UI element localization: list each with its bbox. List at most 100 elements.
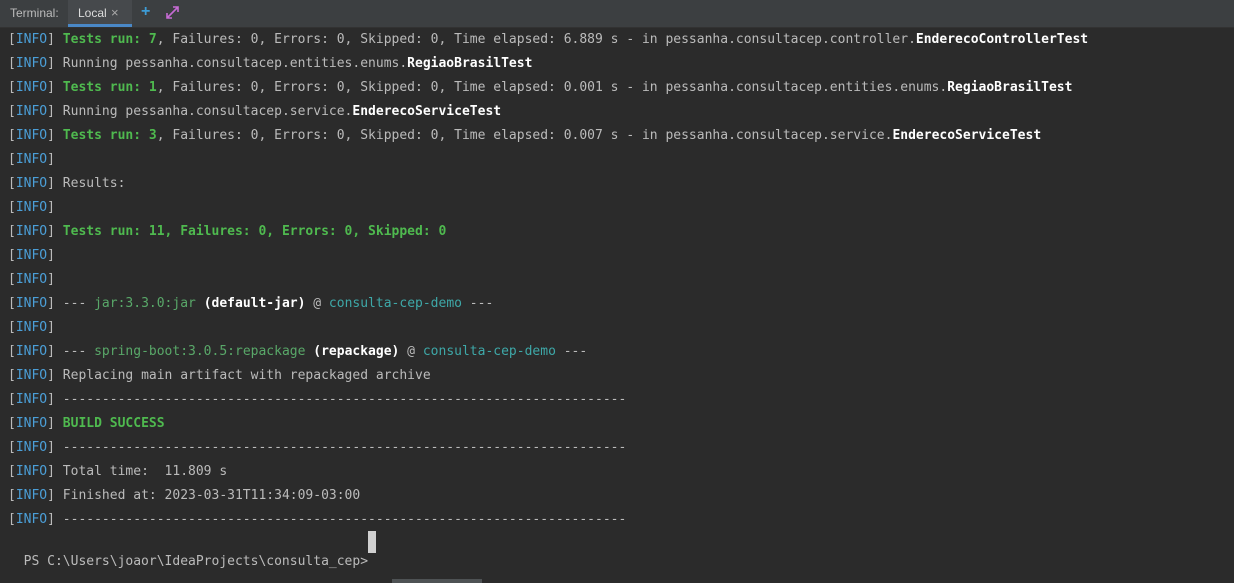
bracket-close: ] xyxy=(47,416,63,431)
bracket-open: [ xyxy=(8,248,16,263)
console-text: Running pessanha.consultacep.entities.en… xyxy=(62,56,408,71)
bracket-open: [ xyxy=(8,80,16,95)
bracket-close: ] xyxy=(47,224,63,239)
terminal-output[interactable]: [INFO] Tests run: 7, Failures: 0, Errors… xyxy=(0,28,1234,583)
expand-icon[interactable] xyxy=(165,4,180,20)
bracket-open: [ xyxy=(8,296,16,311)
bracket-close: ] xyxy=(47,344,63,359)
bracket-close: ] xyxy=(47,152,63,167)
console-line: [INFO] xyxy=(8,246,63,266)
bracket-open: [ xyxy=(8,488,16,503)
info-tag: INFO xyxy=(15,272,48,287)
console-text: (default-jar) xyxy=(203,296,306,311)
add-tab-icon[interactable]: + xyxy=(141,3,150,21)
console-text: --- xyxy=(461,296,494,311)
info-tag: INFO xyxy=(15,248,48,263)
console-text: spring-boot:3.0.5:repackage xyxy=(94,344,306,359)
console-line: [INFO] xyxy=(8,198,63,218)
console-line: [INFO] Replacing main artifact with repa… xyxy=(8,366,431,386)
console-line: [INFO] ---------------------------------… xyxy=(8,438,626,458)
bracket-close: ] xyxy=(47,320,63,335)
bracket-open: [ xyxy=(8,512,16,527)
bracket-open: [ xyxy=(8,368,16,383)
bracket-open: [ xyxy=(8,152,16,167)
bracket-open: [ xyxy=(8,440,16,455)
console-text: Total time: 11.809 s xyxy=(62,464,228,479)
console-line: [INFO] Finished at: 2023-03-31T11:34:09-… xyxy=(8,486,360,506)
bracket-close: ] xyxy=(47,464,63,479)
console-text: --- xyxy=(62,344,95,359)
console-line: [INFO] xyxy=(8,318,63,338)
console-text: ----------------------------------------… xyxy=(62,392,627,407)
console-text: EnderecoServiceTest xyxy=(892,128,1042,143)
console-line: [INFO] ---------------------------------… xyxy=(8,510,626,530)
console-text: , Failures: 0, Errors: 0, Skipped: 0, Ti… xyxy=(156,32,916,47)
tab-local-label[interactable]: Local xyxy=(78,6,107,20)
console-text: EnderecoControllerTest xyxy=(915,32,1089,47)
info-tag: INFO xyxy=(15,128,48,143)
close-icon[interactable]: × xyxy=(111,5,119,20)
bracket-close: ] xyxy=(47,104,63,119)
info-tag: INFO xyxy=(15,152,48,167)
info-tag: INFO xyxy=(15,320,48,335)
console-text: , Failures: 0, Errors: 0, Skipped: 0, Ti… xyxy=(156,128,893,143)
info-tag: INFO xyxy=(15,488,48,503)
bracket-open: [ xyxy=(8,176,16,191)
console-text: @ xyxy=(399,344,423,359)
console-text: Tests run: 1 xyxy=(62,80,157,95)
text-cursor xyxy=(368,531,376,553)
console-text: , Failures: 0, Errors: 0, Skipped: 0, Ti… xyxy=(156,80,948,95)
console-text: Replacing main artifact with repackaged … xyxy=(62,368,431,383)
console-text: ----------------------------------------… xyxy=(62,512,627,527)
bracket-close: ] xyxy=(47,176,63,191)
bracket-open: [ xyxy=(8,32,16,47)
console-text: EnderecoServiceTest xyxy=(352,104,502,119)
console-line: [INFO] xyxy=(8,150,63,170)
console-line: [INFO] Running pessanha.consultacep.enti… xyxy=(8,54,532,74)
info-tag: INFO xyxy=(15,344,48,359)
horizontal-scrollbar[interactable] xyxy=(392,579,482,583)
console-line: [INFO] --- spring-boot:3.0.5:repackage (… xyxy=(8,342,587,362)
info-tag: INFO xyxy=(15,512,48,527)
console-line: [INFO] Total time: 11.809 s xyxy=(8,462,227,482)
bracket-close: ] xyxy=(47,488,63,503)
console-text: jar:3.3.0:jar xyxy=(94,296,196,311)
console-line: [INFO] ---------------------------------… xyxy=(8,390,626,410)
bracket-close: ] xyxy=(47,272,63,287)
prompt-line: PS C:\Users\joaor\IdeaProjects\consulta_… xyxy=(8,532,368,569)
bracket-close: ] xyxy=(47,80,63,95)
console-text: @ xyxy=(305,296,329,311)
console-text: consulta-cep-demo xyxy=(328,296,462,311)
bracket-open: [ xyxy=(8,416,16,431)
console-text: ----------------------------------------… xyxy=(62,440,627,455)
bracket-close: ] xyxy=(47,248,63,263)
bracket-open: [ xyxy=(8,128,16,143)
bracket-open: [ xyxy=(8,392,16,407)
terminal-label: Terminal: xyxy=(10,6,59,20)
info-tag: INFO xyxy=(15,464,48,479)
console-text: BUILD SUCCESS xyxy=(62,416,165,431)
tab-local[interactable]: Local × xyxy=(68,0,132,27)
info-tag: INFO xyxy=(15,392,48,407)
info-tag: INFO xyxy=(15,296,48,311)
console-text: (repackage) xyxy=(313,344,400,359)
console-line: [INFO] Tests run: 3, Failures: 0, Errors… xyxy=(8,126,1041,146)
info-tag: INFO xyxy=(15,32,48,47)
console-line: [INFO] Tests run: 11, Failures: 0, Error… xyxy=(8,222,446,242)
console-line: [INFO] Tests run: 1, Failures: 0, Errors… xyxy=(8,78,1072,98)
prompt-text: PS C:\Users\joaor\IdeaProjects\consulta_… xyxy=(23,554,369,569)
console-text: --- xyxy=(555,344,588,359)
bracket-close: ] xyxy=(47,56,63,71)
info-tag: INFO xyxy=(15,416,48,431)
console-line: [INFO] xyxy=(8,270,63,290)
console-text: Tests run: 3 xyxy=(62,128,157,143)
console-text: RegiaoBrasilTest xyxy=(407,56,533,71)
console-text: Tests run: 7 xyxy=(62,32,157,47)
console-text: consulta-cep-demo xyxy=(422,344,556,359)
console-text: Finished at: 2023-03-31T11:34:09-03:00 xyxy=(62,488,361,503)
console-text: Running pessanha.consultacep.service. xyxy=(62,104,353,119)
console-text: --- xyxy=(62,296,95,311)
bracket-close: ] xyxy=(47,368,63,383)
bracket-open: [ xyxy=(8,320,16,335)
